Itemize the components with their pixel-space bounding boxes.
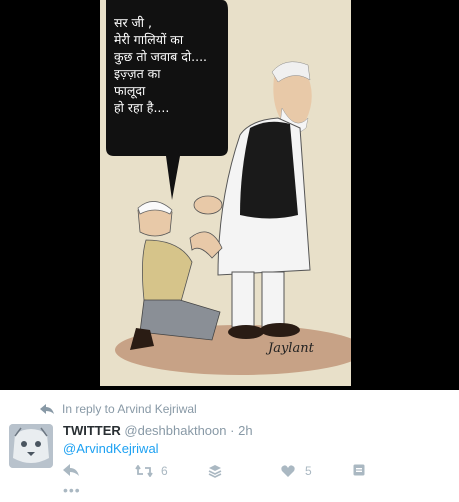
like-button[interactable]: 5 <box>281 464 312 478</box>
stack-button[interactable] <box>208 464 222 478</box>
timestamp[interactable]: 2h <box>238 423 252 438</box>
time-separator: · <box>230 423 235 438</box>
media-button[interactable] <box>353 464 365 476</box>
mention-link[interactable]: @ArvindKejriwal <box>63 441 159 456</box>
retweet-icon <box>135 465 153 477</box>
reply-arrow-icon <box>40 404 54 414</box>
svg-text:Jaylant: Jaylant <box>265 341 315 356</box>
reply-button[interactable] <box>63 464 79 476</box>
tweet: In reply to Arvind Kejriwal TWITTER @des… <box>0 390 459 502</box>
speech-line: मेरी गालियों का <box>114 32 184 47</box>
media-icon <box>353 464 365 476</box>
tweet-media[interactable]: Jaylant सर जी , मेरी गालियों का कुछ तो ज… <box>0 0 459 390</box>
author-row: TWITTER @deshbhakthoon · 2h <box>63 423 253 438</box>
speech-line: कुछ तो जवाब दो.... <box>114 49 208 64</box>
heart-icon <box>281 465 295 477</box>
retweet-button[interactable]: 6 <box>135 464 168 478</box>
display-name[interactable]: TWITTER <box>63 423 121 438</box>
handle[interactable]: @deshbhakthoon <box>124 423 226 438</box>
speech-bubble-text: सर जी , मेरी गालियों का कुछ तो जवाब दो..… <box>114 14 224 116</box>
tweet-actions: 6 5 <box>63 464 373 484</box>
speech-line: इज़्ज़त का <box>114 66 161 81</box>
avatar[interactable] <box>9 424 53 468</box>
reply-context-text: In reply to Arvind Kejriwal <box>62 402 197 416</box>
speech-line: फालूदा <box>114 83 146 98</box>
cartoon-image: Jaylant सर जी , मेरी गालियों का कुछ तो ज… <box>100 0 351 386</box>
speech-line: सर जी , <box>114 15 152 30</box>
speech-line: हो रहा है.... <box>114 100 170 115</box>
reply-context[interactable]: In reply to Arvind Kejriwal <box>40 402 197 416</box>
more-icon[interactable]: ••• <box>63 483 81 497</box>
stack-icon <box>208 465 222 478</box>
avatar-image <box>9 424 53 468</box>
retweet-count: 6 <box>161 464 168 478</box>
reply-icon <box>63 464 79 476</box>
like-count: 5 <box>305 464 312 478</box>
